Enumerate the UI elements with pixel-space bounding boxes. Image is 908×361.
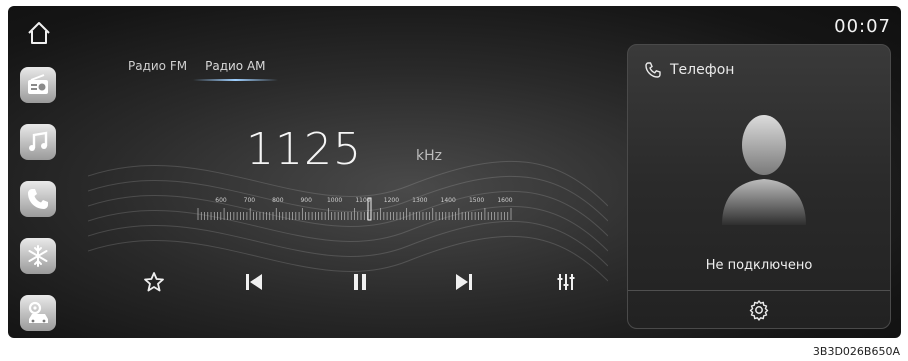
radio-band-tabs: Радио FM Радио AM [128,59,279,81]
sidebar-item-phone[interactable] [20,181,56,217]
clock: 00:07 [834,16,891,37]
equalizer-icon [557,274,575,290]
scale-label: 1200 [384,197,399,204]
sidebar-item-music[interactable] [20,124,56,160]
phone-icon [645,62,661,78]
tab-fm[interactable]: Радио FM [128,59,187,81]
phone-icon [28,189,48,209]
infotainment-screen: 00:07 Радио FM Радио AM 1125 kHz 600 700 8… [8,6,901,338]
figure-code: 3B3D026B650A [812,345,900,358]
phone-widget-title: Телефон [670,62,735,78]
star-icon [144,272,164,292]
playback-controls [128,268,578,298]
scale-label: 900 [300,197,312,204]
divider [628,290,890,291]
equalizer-button[interactable] [552,268,580,296]
car-gear-icon [28,301,48,323]
scale-label: 1300 [412,197,427,204]
next-button[interactable] [450,268,478,296]
favorite-button[interactable] [140,268,168,296]
phone-settings-button[interactable] [748,299,770,321]
phone-widget-header: Телефон [644,61,734,79]
phone-widget[interactable]: Телефон Не подключено [627,44,891,329]
music-icon [29,131,48,151]
pause-button[interactable] [346,268,374,296]
gear-icon [749,300,769,321]
home-icon [28,22,50,44]
scale-label: 1600 [497,197,512,204]
frequency-unit: kHz [416,148,442,164]
scale-label: 1400 [441,197,456,204]
sidebar-item-radio[interactable] [20,67,56,103]
scale-label: 1500 [469,197,484,204]
contact-avatar-icon [722,115,806,225]
skip-next-icon [456,274,472,290]
scale-label: 700 [244,197,256,204]
snowflake-icon [28,245,48,267]
scale-label: 600 [215,197,227,204]
home-button[interactable] [26,20,52,46]
pause-icon [354,274,366,290]
tab-am[interactable]: Радио AM [193,59,279,81]
skip-previous-icon [246,274,262,290]
sidebar-item-vehicle-settings[interactable] [20,295,56,331]
frequency-display: 1125 [246,124,362,175]
sidebar-item-climate[interactable] [20,238,56,274]
scale-label: 1000 [327,197,342,204]
radio-icon [28,74,48,94]
tuning-scale[interactable]: 600 700 800 900 1000 1100 1200 1300 1400 1500 1600 [193,194,513,224]
previous-button[interactable] [240,268,268,296]
connection-status: Не подключено [705,258,813,273]
scale-label: 800 [272,197,284,204]
